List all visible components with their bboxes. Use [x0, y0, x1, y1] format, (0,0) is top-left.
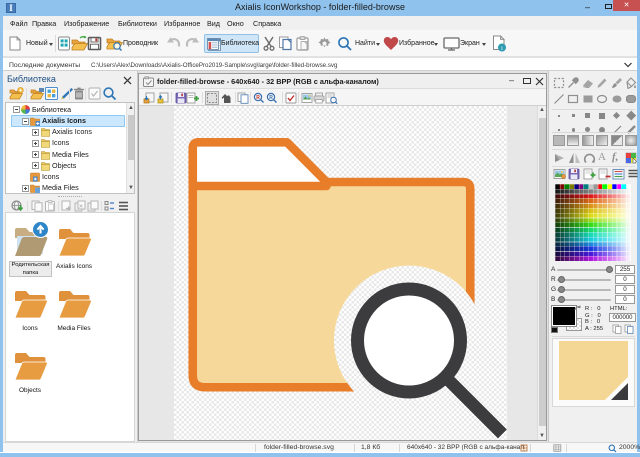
svg-text:R: R: [256, 95, 260, 101]
svg-text:R: R: [269, 95, 273, 101]
